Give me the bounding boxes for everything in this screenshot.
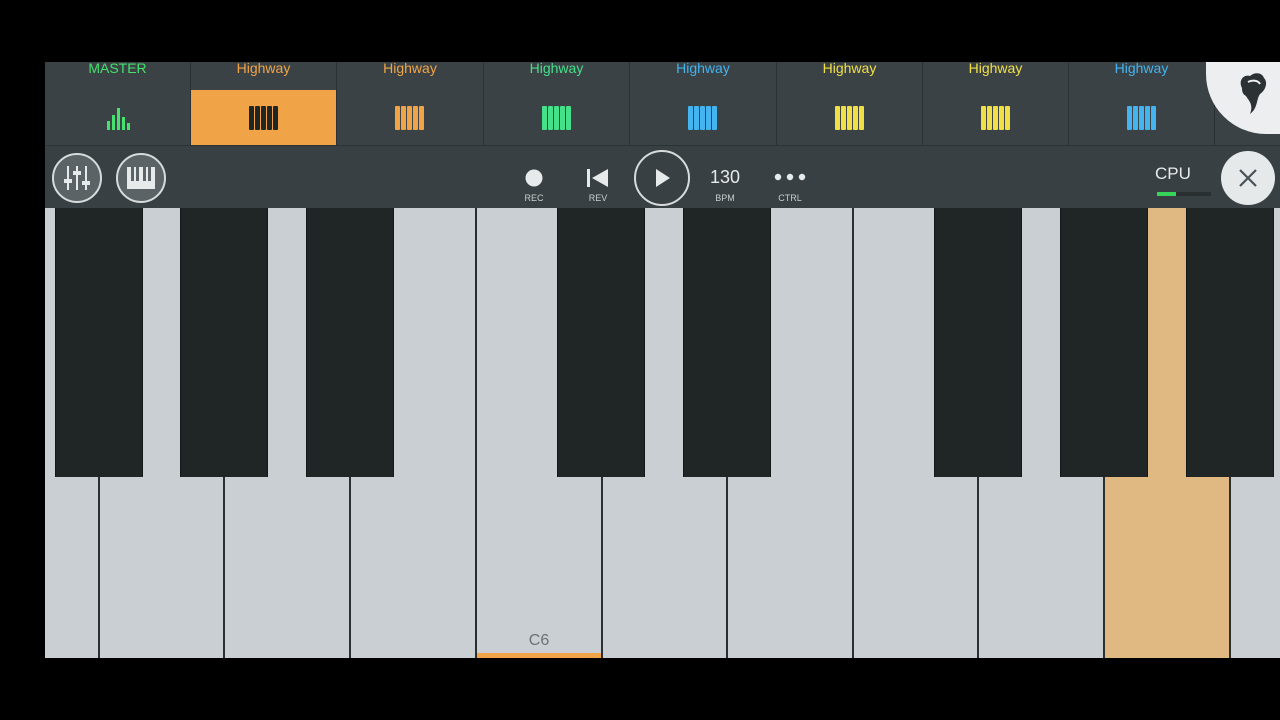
piano-icon [127,167,155,189]
channel-name: Highway [968,62,1023,76]
mixer-button[interactable] [52,153,102,203]
mixer-sliders-icon [64,166,90,190]
bpm-label: BPM [715,193,735,203]
black-key-fsharp6[interactable] [934,208,1022,477]
black-key-fsharp[interactable] [306,208,394,477]
tempo-button[interactable]: 130 BPM [703,150,747,206]
black-key-gsharp6[interactable] [1060,208,1148,477]
keyboard-icon [834,105,865,130]
channel-name: Highway [383,62,437,76]
piano-keyboard: C6 [45,208,1280,658]
fl-studio-logo[interactable] [1206,62,1280,134]
channel-name: Highway [529,62,584,76]
channel-highway-3[interactable]: Highway [484,62,630,145]
channel-name: Highway [236,62,291,76]
keyboard-icon [395,105,425,130]
transport-toolbar: REC REV 130 BPM CTRL CPU [45,145,1280,208]
rewind-button[interactable]: REV [579,150,617,206]
channel-highway-1[interactable]: Highway [191,62,337,145]
keyboard-icon [980,105,1011,130]
channel-strip: MASTER Highway Highway Highway Highway H… [45,62,1280,145]
channel-highway-6[interactable]: Highway [923,62,1069,145]
keyboard-icon [688,105,718,130]
cpu-meter-fill [1157,192,1176,196]
play-icon [656,169,670,187]
channel-master[interactable]: MASTER [45,62,191,145]
keyboard-icon [248,105,279,130]
octave-label: C6 [528,632,550,649]
channel-highway-7[interactable]: Highway [1069,62,1215,145]
channel-highway-4[interactable]: Highway [630,62,777,145]
black-key-csharp[interactable] [55,208,143,477]
close-icon [1239,169,1257,187]
black-key-dsharp6[interactable] [683,208,771,477]
rec-label: REC [524,193,544,203]
record-button[interactable]: REC [515,150,553,206]
fl-studio-mobile-app: MASTER Highway Highway Highway Highway H… [45,62,1280,658]
channel-name: Highway [676,62,730,76]
play-button[interactable] [634,150,690,206]
keyboard-icon [1126,105,1157,130]
keyboard-icon [541,105,572,130]
more-dots-icon [774,173,806,181]
bpm-value: 130 [709,167,741,187]
cpu-meter [1157,192,1211,196]
skip-back-icon [587,169,608,187]
black-key-dsharp[interactable] [180,208,268,477]
highlighted-key-segment[interactable] [1148,208,1186,477]
channel-name: MASTER [88,62,147,76]
close-button[interactable] [1221,151,1275,205]
piano-roll-button[interactable] [116,153,166,203]
cpu-label: CPU [1155,164,1191,183]
channel-highway-2[interactable]: Highway [337,62,484,145]
rev-label: REV [588,193,608,203]
record-icon [525,169,543,187]
channel-highway-5[interactable]: Highway [777,62,923,145]
ctrl-button[interactable]: CTRL [769,150,811,206]
octave-marker [477,653,601,658]
channel-name: Highway [822,62,877,76]
channel-name: Highway [1114,62,1169,76]
mixer-meter-icon [106,106,130,130]
ctrl-label: CTRL [778,193,802,203]
black-key-asharp6[interactable] [1186,208,1274,477]
fruit-logo-icon [1240,73,1267,114]
black-key-csharp6[interactable] [557,208,645,477]
